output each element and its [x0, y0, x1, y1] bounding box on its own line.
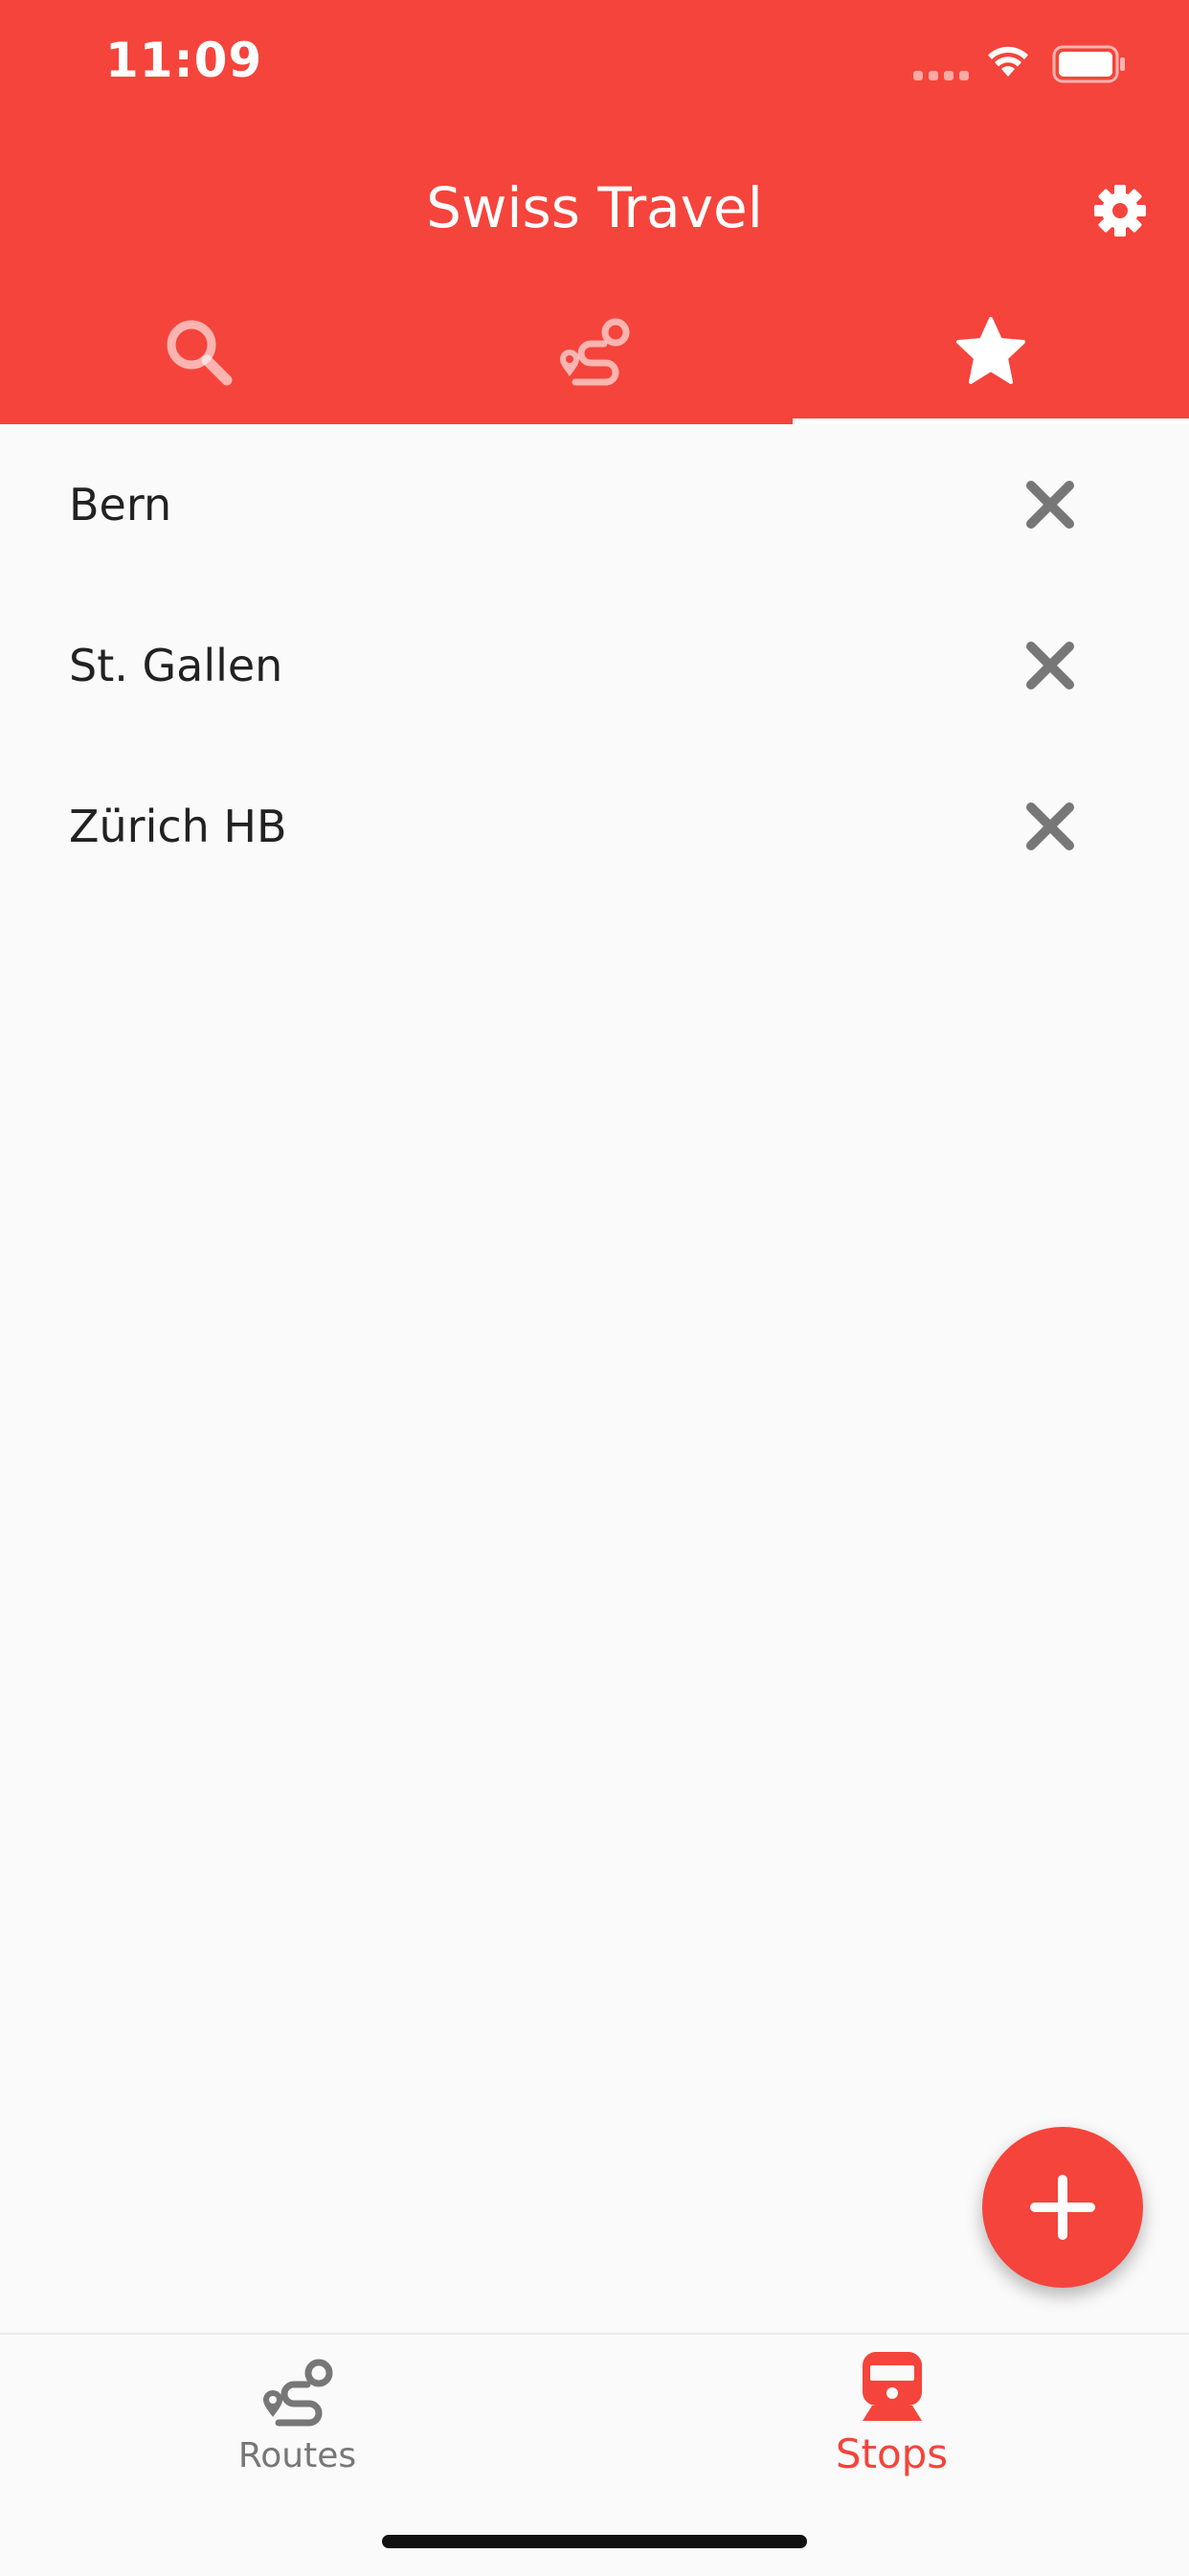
train-icon [862, 2352, 922, 2421]
stop-name: Zürich HB [69, 801, 287, 852]
route-icon [560, 318, 630, 386]
stop-name: Bern [69, 479, 172, 531]
close-icon [1026, 481, 1074, 529]
gear-icon [1094, 185, 1146, 237]
add-stop-button[interactable] [982, 2127, 1143, 2288]
nav-item-stops[interactable]: Stops [594, 2335, 1189, 2507]
remove-button[interactable] [1010, 471, 1090, 538]
list-item[interactable]: St. Gallen [0, 585, 1189, 746]
close-icon [1026, 802, 1074, 850]
tab-favorites[interactable] [793, 306, 1189, 424]
cellular-signal-icon [913, 71, 969, 80]
status-time: 11:09 [105, 33, 263, 88]
route-icon [262, 2359, 332, 2427]
battery-icon [1052, 45, 1127, 87]
list-item[interactable]: Bern [0, 424, 1189, 585]
search-icon [167, 320, 233, 386]
nav-label-stops: Stops [835, 2430, 949, 2477]
tab-routes[interactable] [396, 306, 793, 424]
app-bar: 11:09 Swiss Travel [0, 0, 1189, 424]
home-indicator [382, 2535, 807, 2548]
remove-button[interactable] [1010, 793, 1090, 860]
close-icon [1026, 642, 1074, 689]
nav-item-routes[interactable]: Routes [0, 2335, 594, 2507]
tab-search[interactable] [0, 306, 396, 424]
remove-button[interactable] [1010, 632, 1090, 699]
list-item[interactable]: Zürich HB [0, 746, 1189, 907]
stop-name: St. Gallen [69, 640, 283, 691]
star-icon [956, 317, 1025, 384]
settings-button[interactable] [1082, 172, 1158, 249]
wifi-icon [985, 44, 1031, 82]
plus-icon [1030, 2175, 1095, 2240]
page-title: Swiss Travel [426, 175, 763, 240]
nav-label-routes: Routes [237, 2436, 357, 2475]
